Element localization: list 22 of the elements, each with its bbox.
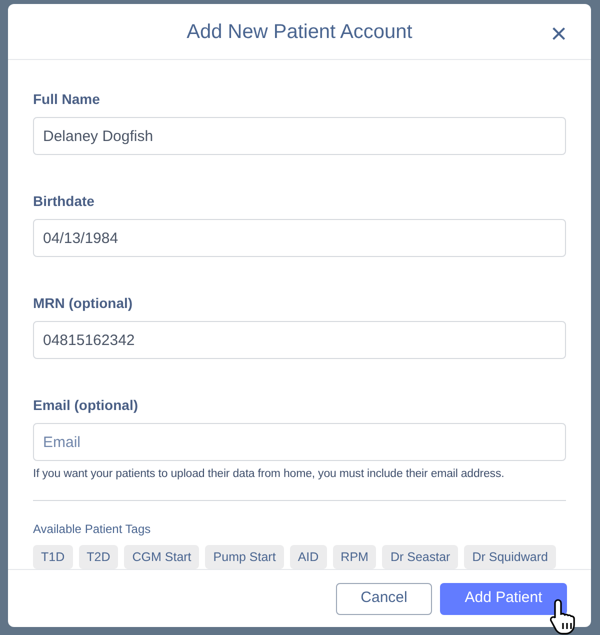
- field-label: Birthdate: [33, 192, 96, 211]
- input-field[interactable]: 04/13/1984: [33, 219, 566, 257]
- tags-label: Available Patient Tags: [33, 521, 152, 538]
- tag-chip[interactable]: CGM Start: [124, 545, 200, 570]
- tag-chip[interactable]: T2D: [78, 545, 118, 570]
- field-label: Full Name: [33, 90, 101, 109]
- input-field[interactable]: Delaney Dogfish: [33, 117, 566, 155]
- close-button[interactable]: ×: [546, 20, 571, 48]
- input-field[interactable]: 04815162342: [33, 321, 566, 359]
- tag-chip[interactable]: T1D: [33, 545, 73, 570]
- add-button[interactable]: Add Patient: [440, 582, 567, 615]
- tag-chip[interactable]: Pump Start: [205, 545, 284, 570]
- dialog-title: Add New Patient Account: [186, 20, 412, 44]
- cancel-button[interactable]: Cancel: [336, 582, 432, 615]
- tag-chip[interactable]: AID: [290, 545, 327, 570]
- help-text: If you want your patients to upload their data from home, you must include their email address.: [33, 467, 506, 482]
- field-label: Email (optional): [33, 396, 139, 415]
- tag-chip[interactable]: RPM: [332, 545, 376, 570]
- input-field[interactable]: Email: [33, 423, 566, 461]
- field-label: MRN (optional): [33, 294, 134, 313]
- tag-chip[interactable]: Dr Seastar: [382, 545, 458, 570]
- tag-chip[interactable]: Dr Squidward: [464, 545, 556, 570]
